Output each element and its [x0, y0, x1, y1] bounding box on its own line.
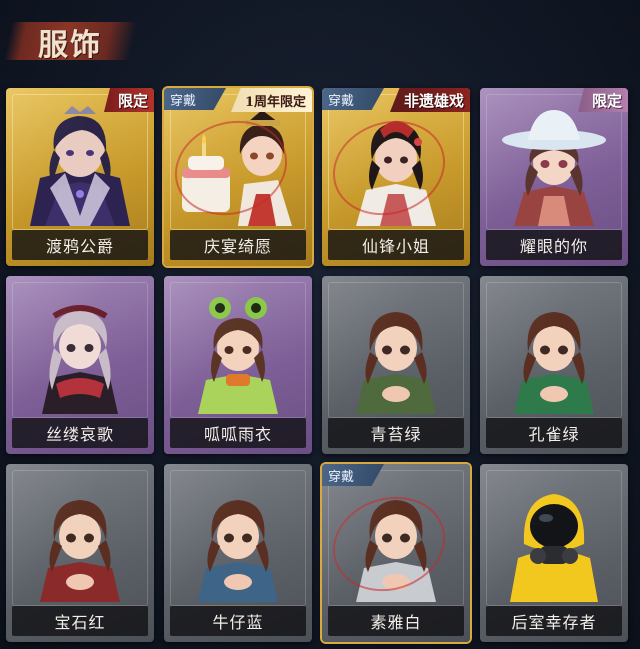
costume-card-kongque-lv[interactable]: 孔雀绿: [480, 276, 628, 454]
heritage-badge: 非遗雄戏: [389, 88, 470, 112]
character-portrait: [336, 286, 456, 414]
costume-name-label: 仙锋小姐: [328, 230, 464, 260]
costume-card-yaoyan-de-ni[interactable]: 限定 耀眼的你: [480, 88, 628, 266]
hazmat-survivor-portrait-icon: [510, 494, 598, 602]
costume-card-houshi-xingcunzhe[interactable]: 后室幸存者: [480, 464, 628, 642]
character-portrait: [178, 286, 298, 414]
frog-raincoat-portrait-icon: [198, 297, 278, 414]
character-portrait: [178, 474, 298, 602]
character-portrait: [178, 98, 298, 226]
character-portrait: [336, 474, 456, 602]
costume-card-qingyan-qiyuan[interactable]: 穿戴 1周年限定 庆宴绮愿: [164, 88, 312, 266]
costume-card-baoshi-hong[interactable]: 宝石红: [6, 464, 154, 642]
costume-name-label: 呱呱雨衣: [170, 418, 306, 448]
costume-card-duya-gongjue[interactable]: 限定 渡鸦公爵: [6, 88, 154, 266]
costume-name-label: 丝缕哀歌: [12, 418, 148, 448]
limited-badge: 限定: [103, 88, 154, 112]
costume-grid: 限定 渡鸦公爵 穿戴 1周年限定 庆宴绮愿 穿戴 非遗雄戏 仙锋小姐 限定 耀眼…: [6, 88, 636, 644]
character-portrait: [20, 474, 140, 602]
duke-raven-portrait-icon: [30, 106, 130, 226]
costume-name-label: 后室幸存者: [486, 606, 622, 636]
costume-card-guagua-yuyi[interactable]: 呱呱雨衣: [164, 276, 312, 454]
opera-lady-portrait-icon: [356, 121, 436, 226]
costume-name-label: 庆宴绮愿: [170, 230, 306, 260]
costume-card-xianfeng-xiaojie[interactable]: 穿戴 非遗雄戏 仙锋小姐: [322, 88, 470, 266]
character-portrait: [20, 286, 140, 414]
costume-name-label: 宝石红: [12, 606, 148, 636]
section-title: 服饰: [38, 28, 102, 63]
moss-green-portrait-icon: [356, 312, 436, 414]
character-portrait: [336, 98, 456, 226]
denim-blue-portrait-icon: [198, 500, 278, 602]
peacock-green-portrait-icon: [514, 312, 594, 414]
costume-name-label: 耀眼的你: [486, 230, 622, 260]
costume-card-silou-aige[interactable]: 丝缕哀歌: [6, 276, 154, 454]
character-portrait: [494, 98, 614, 226]
wardrobe-screen: 服饰 限定 渡鸦公爵 穿戴 1周年限定 庆宴绮愿 穿戴 非遗雄戏 仙锋小姐 限定…: [0, 0, 640, 649]
celebration-wish-portrait-icon: [182, 110, 292, 226]
character-portrait: [20, 98, 140, 226]
character-portrait: [494, 286, 614, 414]
anniversary-limited-badge: 1周年限定: [230, 88, 312, 112]
costume-name-label: 青苔绿: [328, 418, 464, 448]
costume-name-label: 孔雀绿: [486, 418, 622, 448]
limited-badge: 限定: [577, 88, 628, 112]
section-header: 服饰: [3, 12, 138, 64]
costume-name-label: 渡鸦公爵: [12, 230, 148, 260]
plain-white-portrait-icon: [356, 500, 436, 602]
costume-card-suya-bai[interactable]: 穿戴 素雅白: [322, 464, 470, 642]
character-portrait: [494, 474, 614, 602]
ruby-red-portrait-icon: [40, 500, 120, 602]
costume-card-qingtai-lv[interactable]: 青苔绿: [322, 276, 470, 454]
costume-name-label: 牛仔蓝: [170, 606, 306, 636]
costume-card-niuzai-lan[interactable]: 牛仔蓝: [164, 464, 312, 642]
silk-elegy-portrait-icon: [42, 305, 118, 414]
cowgirl-portrait-icon: [502, 110, 606, 226]
costume-name-label: 素雅白: [328, 606, 464, 636]
